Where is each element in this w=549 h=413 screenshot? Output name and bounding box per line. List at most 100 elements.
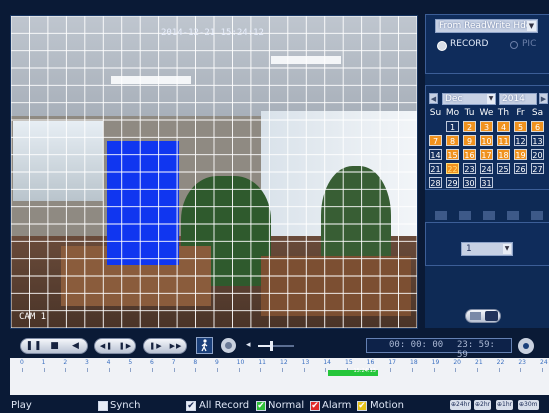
fullscreen-icon[interactable] xyxy=(531,211,543,220)
calendar-day[interactable]: 13 xyxy=(531,135,544,146)
motion-label: Motion xyxy=(370,400,404,411)
quad-window-icon[interactable] xyxy=(459,211,471,220)
year-field[interactable]: 2014 xyxy=(499,93,537,105)
calendar-day[interactable]: 21 xyxy=(429,163,442,174)
timeline-hour-label: 1 xyxy=(41,359,46,366)
synch-checkbox[interactable] xyxy=(98,401,108,411)
all-record-label: All Record xyxy=(199,400,250,411)
alarm-checkbox[interactable]: ✔ xyxy=(310,401,320,411)
chevron-right-icon[interactable]: ▶ xyxy=(539,93,548,104)
weekday-label: Tu xyxy=(464,108,475,118)
calendar-day[interactable]: 10 xyxy=(480,135,493,146)
volume-slider[interactable] xyxy=(258,341,294,351)
calendar-day[interactable]: 31 xyxy=(480,177,493,188)
weekday-label: Su xyxy=(429,108,442,118)
sixteen-window-icon[interactable] xyxy=(507,211,519,220)
timeline-tick xyxy=(412,368,413,372)
motion-region[interactable] xyxy=(107,141,179,265)
slow-play-group: ◀❚ ❚▶ xyxy=(94,338,136,354)
timeline-tick xyxy=(390,368,392,372)
calendar-day[interactable]: 26 xyxy=(514,163,527,174)
calendar-day[interactable]: 29 xyxy=(446,177,459,188)
calendar-day[interactable]: 6 xyxy=(531,121,544,132)
calendar-day[interactable]: 3 xyxy=(480,121,493,132)
zoom-24hr-button[interactable]: ⊕24hr xyxy=(450,400,471,410)
timeline-hour-label: 12 xyxy=(280,359,288,366)
channel-select[interactable]: 1 ▼ xyxy=(461,242,513,256)
nine-window-icon[interactable] xyxy=(483,211,495,220)
calendar-day[interactable]: 2 xyxy=(463,121,476,132)
reverse-play-button[interactable]: ◀ xyxy=(66,339,86,353)
pic-radio-label: PIC xyxy=(522,39,537,49)
calendar-day[interactable]: 7 xyxy=(429,135,442,146)
timeline-hour-label: 4 xyxy=(106,359,111,366)
timeline-hour-label: 9 xyxy=(215,359,219,366)
calendar-day[interactable]: 14 xyxy=(429,149,442,160)
calendar-day[interactable]: 8 xyxy=(446,135,459,146)
speaker-icon[interactable]: ◂ xyxy=(246,341,255,350)
calendar-day[interactable]: 1 xyxy=(446,121,459,132)
calendar-day[interactable]: 16 xyxy=(463,149,476,160)
zoom-1hr-button[interactable]: ⊕1hr xyxy=(496,400,514,410)
zoom-2hr-button[interactable]: ⊕2hr xyxy=(474,400,492,410)
synch-label: Synch xyxy=(110,400,141,411)
video-playback-view[interactable]: 2014-12-21 15:24:12 CAM 1 xyxy=(10,15,418,329)
timeline-hour-label: 2 xyxy=(63,359,68,366)
view-toggle[interactable] xyxy=(465,309,501,323)
source-box: From ReadWrite Hdd ▼ RECORD PIC xyxy=(425,14,549,74)
single-window-icon[interactable] xyxy=(435,211,447,220)
calendar-day[interactable]: 11 xyxy=(497,135,510,146)
slow-back-button[interactable]: ◀❚ xyxy=(97,339,116,353)
calendar-day[interactable]: 19 xyxy=(514,149,527,160)
slow-forward-button[interactable]: ❚▶ xyxy=(116,339,135,353)
mode-label: Play xyxy=(11,400,32,411)
calendar-day[interactable]: 22 xyxy=(446,163,459,174)
step-forward-button[interactable]: ❚▶ xyxy=(146,339,166,353)
timeline-hour-label: 20 xyxy=(453,359,461,366)
normal-checkbox[interactable]: ✔ xyxy=(256,401,266,411)
calendar-day[interactable]: 12 xyxy=(514,135,527,146)
time-range-field[interactable]: 00: 00: 00 23: 59: 59 xyxy=(366,338,512,360)
timeline-hour-label: 14 xyxy=(323,359,331,366)
calendar-day[interactable]: 17 xyxy=(480,149,493,160)
timeline-tick xyxy=(498,368,500,372)
calendar-day[interactable]: 20 xyxy=(531,149,544,160)
calendar-day[interactable]: 4 xyxy=(497,121,510,132)
calendar-day[interactable]: 27 xyxy=(531,163,544,174)
motion-checkbox[interactable]: ✔ xyxy=(357,401,367,411)
record-radio[interactable] xyxy=(437,41,447,51)
file-list-icon[interactable] xyxy=(485,311,498,321)
time-start[interactable]: 00: 00: 00 xyxy=(389,340,443,350)
chevron-left-icon[interactable]: ◀ xyxy=(429,93,438,104)
timeline-tick xyxy=(173,368,175,372)
backup-disc-icon[interactable] xyxy=(518,338,534,354)
month-select[interactable]: Dec ▼ xyxy=(442,93,496,105)
calendar-day[interactable]: 15 xyxy=(446,149,459,160)
fast-forward-button[interactable]: ▶▶ xyxy=(166,339,186,353)
source-select-value: From ReadWrite Hdd xyxy=(439,21,532,31)
play-pause-button[interactable]: ❚❚ xyxy=(24,339,44,353)
zoom-30m-button[interactable]: ⊕30m xyxy=(518,400,539,410)
calendar-day[interactable]: 9 xyxy=(463,135,476,146)
volume-knob[interactable] xyxy=(269,341,273,351)
calendar-day[interactable]: 23 xyxy=(463,163,476,174)
calendar: ◀ Dec ▼ 2014 ▶ Su Mo Tu We Th Fr Sa 1 2 3 4 5 6 7 8 9 10… xyxy=(425,85,549,190)
timeline-tick xyxy=(477,368,478,372)
calendar-day[interactable]: 30 xyxy=(463,177,476,188)
pic-radio[interactable] xyxy=(510,41,518,49)
stop-button[interactable]: ■ xyxy=(46,339,64,353)
calendar-day[interactable]: 24 xyxy=(480,163,493,174)
calendar-day[interactable]: 28 xyxy=(429,177,442,188)
camera-icon[interactable] xyxy=(221,338,236,353)
chevron-down-icon: ▼ xyxy=(527,21,536,31)
search-list-icon[interactable] xyxy=(470,312,481,320)
calendar-day[interactable]: 5 xyxy=(514,121,527,132)
calendar-day[interactable]: 18 xyxy=(497,149,510,160)
person-walking-icon[interactable] xyxy=(196,337,213,354)
timeline-hour-label: 13 xyxy=(301,359,310,366)
calendar-day[interactable]: 25 xyxy=(497,163,510,174)
source-select[interactable]: From ReadWrite Hdd ▼ xyxy=(435,19,538,33)
all-record-checkbox[interactable]: ✔ xyxy=(186,401,196,411)
time-end[interactable]: 23: 59: 59 xyxy=(457,340,511,360)
timeline-bar[interactable]: 0 1 2 3 4 5 6 7 8 9 10 11 12 13 14 15 16 17 18 19 20 21 22 23 24… xyxy=(10,358,549,395)
